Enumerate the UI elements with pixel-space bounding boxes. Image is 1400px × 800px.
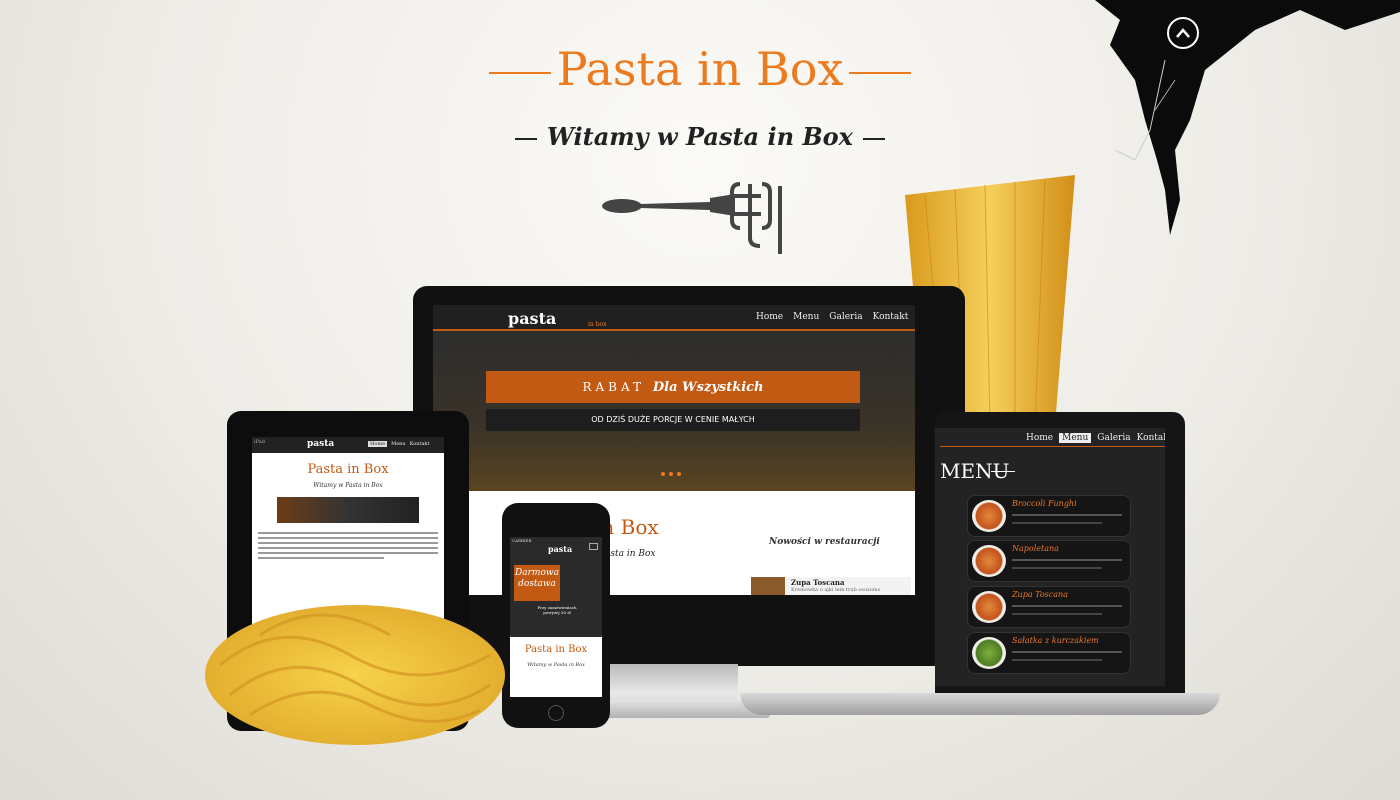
news-item[interactable]: Zupa Toscana Kremówka o ajki lem trub os… [751, 577, 911, 595]
menu-item-line [1012, 559, 1122, 561]
laptop-nav-rule [940, 446, 1165, 447]
dish-image [972, 637, 1006, 669]
news-thumb [751, 577, 785, 595]
home-button[interactable] [548, 705, 564, 721]
desktop-nav: Home Menu Galeria Kontakt [756, 312, 908, 322]
phone-logo[interactable]: pasta [548, 544, 572, 554]
menu-item[interactable]: Broccoli Funghi [967, 495, 1131, 537]
hamburger-menu-icon[interactable] [589, 543, 598, 550]
dish-image [972, 500, 1006, 532]
tablet-title: Pasta in Box [307, 462, 389, 477]
tablet-nav-home[interactable]: Home [368, 441, 388, 447]
phone-subtitle: Witamy w Pasta in Box [527, 662, 585, 668]
phone-carrier: CARRIER [512, 538, 532, 543]
menu-item[interactable]: Zupa Toscana [967, 586, 1131, 628]
slider-dots [661, 472, 681, 476]
desktop-banner[interactable]: RABAT Dla Wszystkich [486, 371, 860, 403]
subtitle-rule-left [515, 137, 537, 140]
desktop-nav-menu[interactable]: Menu [793, 312, 819, 322]
banner-prefix: RABAT [582, 380, 646, 394]
menu-title-rule [991, 471, 1015, 472]
title-rule-right [849, 72, 912, 74]
desktop-logo-sub: in box [588, 321, 607, 328]
menu-item-line [1012, 605, 1122, 607]
laptop-nav-home[interactable]: Home [1026, 433, 1053, 443]
fork-pasta-icon [602, 182, 782, 254]
dish-image [972, 591, 1006, 623]
desktop-nav-galeria[interactable]: Galeria [829, 312, 862, 322]
news-item-title: Zupa Toscana [791, 578, 845, 587]
tablet-subtitle: Witamy w Pasta in Box [313, 482, 383, 489]
desktop-nav-home[interactable]: Home [756, 312, 783, 322]
title-rule-left [488, 72, 551, 74]
tablet-nav: Home Menu Kontakt [368, 441, 429, 447]
banner-script: Dla Wszystkich [652, 380, 764, 395]
tablet-carrier: iPad [254, 439, 265, 445]
menu-item-line [1012, 514, 1122, 516]
laptop-nav-menu[interactable]: Menu [1059, 433, 1092, 443]
menu-item-line [1012, 651, 1122, 653]
page-subtitle-text: Witamy w Pasta in Box [547, 122, 853, 151]
tablet-nav-menu[interactable]: Menu [391, 441, 406, 447]
tablet-banner-image [277, 497, 419, 523]
desktop-section-subtitle: asta in Box [605, 549, 656, 559]
phone-title: Pasta in Box [524, 644, 588, 655]
menu-item[interactable]: Napoletana [967, 540, 1131, 582]
slider-dot[interactable] [677, 472, 681, 476]
menu-item[interactable]: Sałatka z kurczakiem [967, 632, 1131, 674]
menu-item-line [1012, 659, 1102, 661]
slider-dot[interactable] [669, 472, 673, 476]
menu-item-name: Sałatka z kurczakiem [1012, 636, 1099, 645]
laptop-nav-kontakt[interactable]: Kontakt [1137, 433, 1165, 443]
subtitle-rule-right [862, 137, 885, 140]
laptop-base [740, 693, 1220, 715]
desktop-logo[interactable]: pasta [508, 309, 556, 328]
slider-dot[interactable] [661, 472, 665, 476]
desktop-nav-kontakt[interactable]: Kontakt [873, 312, 909, 322]
menu-item-line [1012, 613, 1102, 615]
laptop-nav-galeria[interactable]: Galeria [1097, 433, 1130, 443]
torn-paper-corner [1095, 0, 1400, 235]
chevron-up-icon [1176, 28, 1190, 38]
menu-item-name: Zupa Toscana [1012, 590, 1068, 599]
news-item-desc: Kremówka o ajki lem trub osusoms [791, 587, 881, 593]
page-title-text: Pasta in Box [556, 42, 844, 96]
menu-item-name: Broccoli Funghi [1012, 499, 1077, 508]
desktop-logo-text: pasta [508, 309, 557, 328]
laptop-nav: Home Menu Galeria Kontakt [1026, 433, 1165, 443]
tablet-logo[interactable]: pasta [307, 439, 334, 449]
menu-item-line [1012, 522, 1102, 524]
news-title: Nowości w restauracji [769, 537, 880, 547]
menu-item-line [1012, 567, 1102, 569]
dish-image [972, 545, 1006, 577]
menu-item-name: Napoletana [1012, 544, 1059, 553]
phone-promo-title[interactable]: Darmowa dostawa [514, 565, 560, 601]
tablet-body-text [258, 532, 438, 562]
desktop-banner-subtitle: OD DZIŚ DUŻE PORCJE W CENIE MAŁYCH [486, 409, 860, 431]
tablet-nav-kontakt[interactable]: Kontakt [410, 441, 430, 447]
fettuccine-image [205, 605, 505, 745]
phone-screen: CARRIER pasta Darmowa dostawa Przy zamów… [510, 537, 602, 697]
phone-promo-subtitle: Przy zamówieniach powyżej 30 zł [537, 605, 577, 615]
scroll-up-button[interactable] [1167, 17, 1199, 49]
